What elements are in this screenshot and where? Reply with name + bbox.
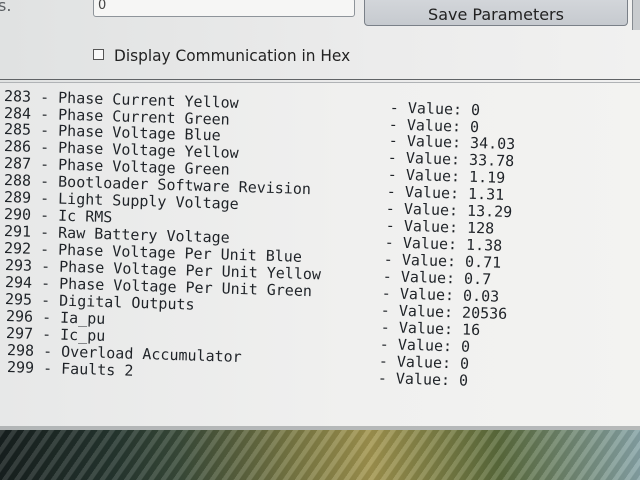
parameter-id: 288 <box>3 171 32 190</box>
parameter-value: 0 <box>458 371 469 390</box>
parameter-value: 0 <box>470 100 481 120</box>
parameter-id: 287 <box>3 154 32 173</box>
parameter-id: 295 <box>4 290 33 309</box>
application-screen: s. 0 Save Parameters Display Communicati… <box>0 0 640 430</box>
parameter-separator: - <box>32 324 61 344</box>
background-photo-strip <box>0 430 640 480</box>
parameter-id: 289 <box>3 188 32 207</box>
parameter-value: 0 <box>460 337 471 356</box>
parameter-separator: - <box>33 341 62 361</box>
parameter-separator: - <box>30 154 59 174</box>
display-hex-option[interactable]: Display Communication in Hex <box>93 46 360 66</box>
parameter-separator: - <box>31 256 60 276</box>
parameter-value: 16 <box>461 320 481 340</box>
parameter-id: 294 <box>4 273 33 292</box>
save-parameters-button[interactable]: Save Parameters <box>364 0 628 26</box>
parameter-separator: - <box>31 290 60 310</box>
parameter-id: 299 <box>6 358 35 377</box>
parameter-separator: - <box>30 171 59 191</box>
parameter-id: 291 <box>3 222 32 241</box>
parameter-id: 298 <box>6 341 35 360</box>
parameter-id: 285 <box>3 120 32 139</box>
parameter-id: 297 <box>5 324 34 343</box>
parameter-id: 286 <box>3 137 32 156</box>
partial-field-label: s. <box>0 0 12 15</box>
parameter-id: 292 <box>3 239 32 258</box>
parameter-list: 283 - Phase Current Yellow - Value: 0 284 … <box>0 83 640 430</box>
parameter-id: 293 <box>4 256 33 275</box>
top-controls-area: s. 0 Save Parameters Display Communicati… <box>0 0 640 85</box>
parameter-separator: - <box>30 137 59 157</box>
parameter-value: 0 <box>459 354 470 373</box>
parameter-separator: - <box>30 239 59 259</box>
parameter-value-label: - Value: <box>377 369 451 390</box>
display-hex-checkbox[interactable] <box>93 49 104 60</box>
parameter-separator: - <box>30 222 59 242</box>
parameter-id: 290 <box>3 205 32 224</box>
parameter-value: 128 <box>466 218 495 238</box>
parameter-separator: - <box>32 307 61 327</box>
display-hex-label: Display Communication in Hex <box>114 46 351 65</box>
parameter-separator: - <box>33 358 62 378</box>
partial-right-control[interactable] <box>632 0 640 30</box>
parameter-separator: - <box>30 87 59 107</box>
parameter-value-group: - Value: 0 <box>378 369 469 390</box>
parameter-id: 296 <box>5 307 34 326</box>
log-pane-top-border <box>0 79 640 80</box>
parameter-separator: - <box>30 205 59 225</box>
parameter-id: 283 <box>3 87 32 106</box>
parameter-value: 0.7 <box>463 269 492 289</box>
parameter-separator: - <box>30 188 59 208</box>
parameter-output-pane[interactable]: 283 - Phase Current Yellow - Value: 0 284 … <box>0 83 640 430</box>
parameter-separator: - <box>30 120 59 140</box>
value-input[interactable]: 0 <box>93 0 355 17</box>
parameter-separator: - <box>31 273 60 293</box>
